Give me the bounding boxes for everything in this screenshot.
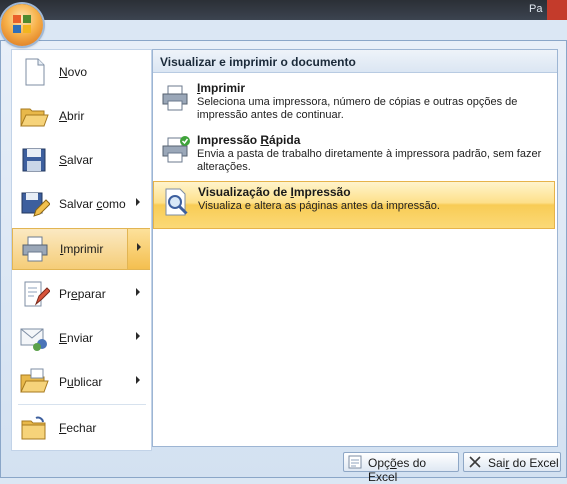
submenu-item-title: Visualização de Impressão (198, 185, 351, 199)
exit-excel-button[interactable]: Sair do Excel (463, 452, 561, 472)
new-document-icon (25, 58, 45, 86)
printer-icon (162, 85, 188, 111)
button-label: Sair do Excel (488, 456, 559, 470)
save-as-icon (21, 192, 50, 217)
submenu-arrow-icon (136, 376, 140, 384)
menu-item-label: Enviar (59, 331, 94, 345)
quick-print-icon (162, 136, 190, 163)
office-button[interactable] (1, 4, 43, 46)
submenu-header: Visualizar e imprimir o documento (153, 50, 557, 73)
prepare-icon (24, 281, 50, 307)
left-menu-list: Novo Abrir Salvar Salvar como Imprimir P… (11, 49, 152, 451)
menu-item-enviar[interactable]: Enviar (12, 318, 150, 358)
send-icon (20, 328, 47, 351)
open-folder-icon (20, 108, 49, 127)
window-close-button[interactable] (547, 0, 567, 20)
excel-options-button[interactable]: Opções do Excel (343, 452, 459, 484)
menu-item-publicar[interactable]: Publicar (12, 362, 150, 402)
title-bar: Pa (0, 0, 567, 20)
menu-item-novo[interactable]: Novo (12, 52, 150, 92)
menu-item-imprimir[interactable]: Imprimir (12, 228, 150, 270)
menu-item-label: Imprimir (60, 242, 104, 256)
menu-item-label: Preparar (59, 287, 106, 301)
menu-item-salvar[interactable]: Salvar (12, 140, 150, 180)
menu-item-label: Publicar (59, 375, 103, 389)
save-disk-icon (22, 148, 46, 172)
menu-item-salvar-como[interactable]: Salvar como (12, 184, 150, 224)
submenu-item-imprimir[interactable]: Imprimir Seleciona uma impressora, númer… (153, 78, 555, 126)
submenu-arrow-icon (137, 243, 141, 251)
window-title: Pa (529, 3, 543, 15)
submenu-item-description: Visualiza e altera as páginas antes da i… (198, 200, 440, 212)
menu-item-label: Fechar (59, 421, 97, 435)
menu-item-abrir[interactable]: Abrir (12, 96, 150, 136)
submenu-item-title: Imprimir (197, 81, 246, 95)
menu-item-label: Salvar (59, 153, 94, 167)
office-menu: Novo Abrir Salvar Salvar como Imprimir P… (0, 40, 567, 478)
submenu-item-description: Seleciona uma impressora, número de cópi… (197, 96, 518, 121)
submenu-arrow-icon (136, 332, 140, 340)
submenu-arrow-icon (136, 288, 140, 296)
options-icon (348, 455, 362, 469)
menu-item-fechar[interactable]: Fechar (12, 408, 150, 448)
menu-item-preparar[interactable]: Preparar (12, 274, 150, 314)
submenu-arrow-icon (136, 198, 140, 206)
publish-icon (20, 368, 49, 393)
submenu-title: Visualizar e imprimir o documento (160, 55, 356, 69)
button-label: Opções do Excel (368, 456, 427, 484)
menu-separator (18, 404, 146, 405)
menu-item-label: Novo (59, 65, 88, 79)
split-divider (127, 229, 128, 269)
close-icon (469, 456, 481, 468)
submenu-item-description: Envia a pasta de trabalho diretamente à … (197, 148, 542, 173)
printer-icon (22, 236, 48, 262)
submenu-item-visualizacao-impressao[interactable]: Visualização de Impressão Visualiza e al… (153, 181, 555, 229)
menu-item-label: Salvar como (59, 197, 126, 211)
office-logo-icon (13, 15, 31, 33)
submenu-item-title: Impressão Rápida (197, 133, 301, 147)
submenu-item-impressao-rapida[interactable]: Impressão Rápida Envia a pasta de trabal… (153, 130, 555, 178)
print-preview-icon (165, 188, 188, 216)
close-folder-icon (21, 416, 46, 440)
menu-item-label: Abrir (59, 109, 85, 123)
submenu-panel: Visualizar e imprimir o documento Imprim… (152, 49, 558, 447)
